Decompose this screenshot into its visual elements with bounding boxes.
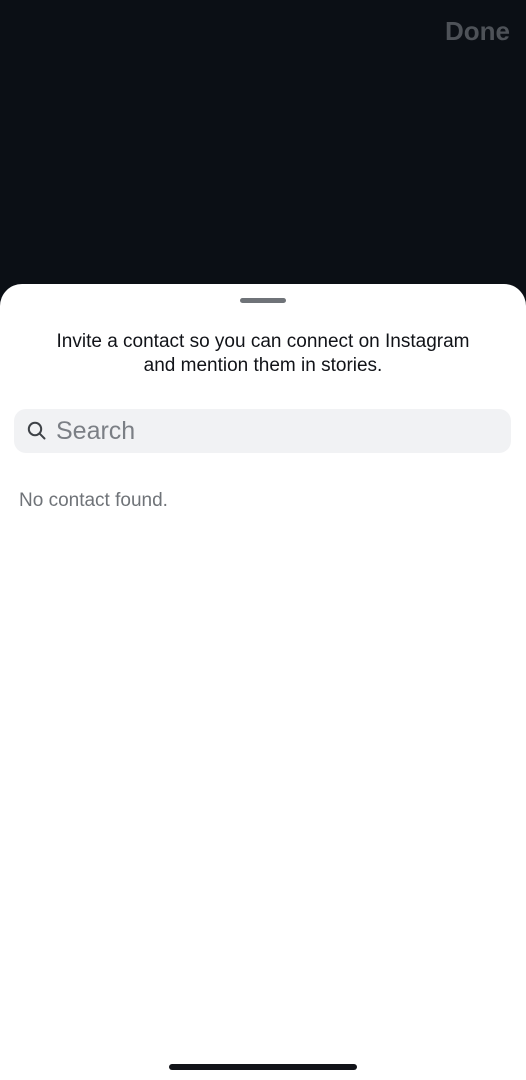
done-button[interactable]: Done <box>445 12 510 51</box>
no-contact-message: No contact found. <box>19 490 168 511</box>
contacts-bottom-sheet: Invite a contact so you can connect on I… <box>0 284 526 1080</box>
screen: Done Invite a contact so you can connect… <box>0 0 526 1080</box>
sheet-grabber-handle[interactable] <box>240 298 286 303</box>
search-input[interactable] <box>54 415 498 447</box>
invite-intro-text: Invite a contact so you can connect on I… <box>56 331 470 376</box>
home-indicator <box>169 1064 357 1070</box>
search-bar[interactable] <box>14 409 511 453</box>
search-icon <box>26 420 48 442</box>
